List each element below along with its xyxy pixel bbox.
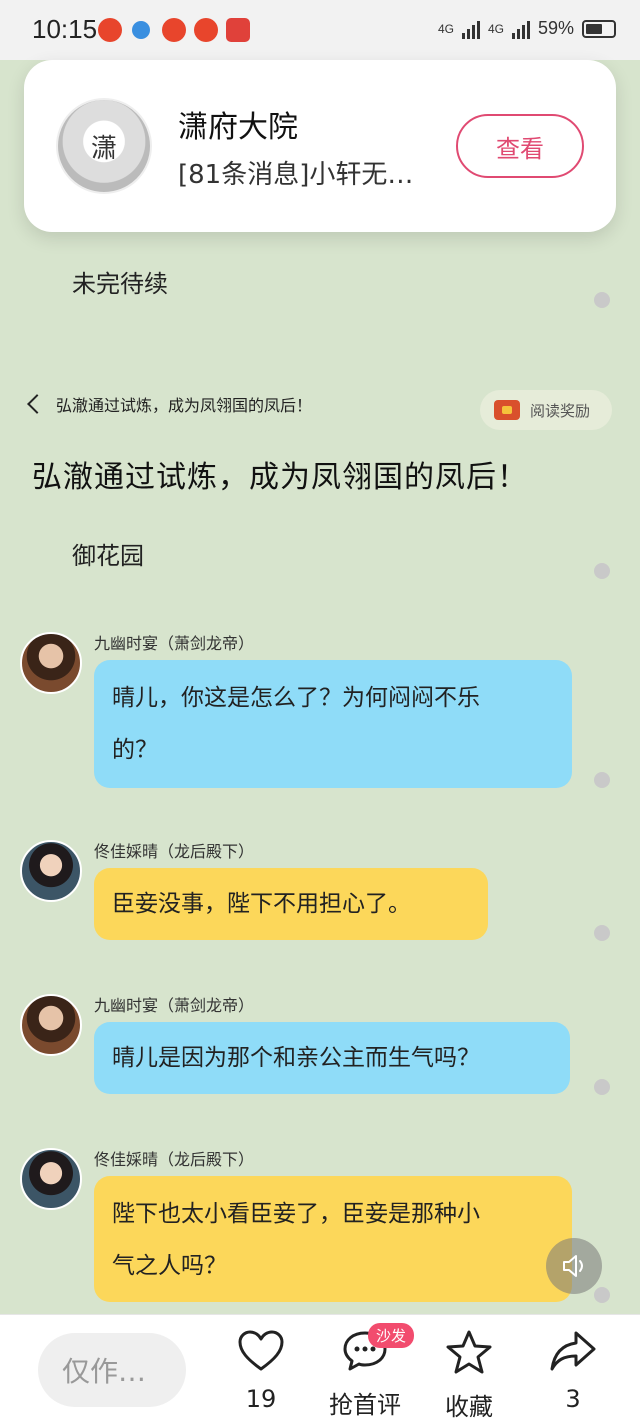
signal-icon (461, 19, 480, 39)
chapter-nav-title: 弘澈通过试炼，成为凤翎国的凤后！ (56, 396, 313, 415)
chat-bubble: 臣妾没事，陛下不用担心了。 (94, 868, 488, 940)
group-avatar: 潇 (56, 98, 152, 194)
avatar[interactable] (20, 1148, 82, 1210)
chapter-title: 弘澈通过试炼，成为凤翎国的凤后！ (32, 460, 528, 495)
heart-icon (238, 1330, 284, 1371)
paragraph-comment-dot[interactable] (594, 1287, 610, 1303)
speaker-mute-icon (563, 1255, 583, 1277)
avatar[interactable] (20, 994, 82, 1056)
sofa-badge: 沙发 (368, 1323, 415, 1348)
weibo-icon (194, 18, 218, 42)
paragraph-comment-dot[interactable] (594, 1079, 610, 1095)
avatar[interactable] (20, 632, 82, 694)
favorite-label: 收藏 (445, 1393, 493, 1421)
reading-reward-button[interactable]: 阅读奖励 (480, 390, 612, 430)
avatar[interactable] (20, 840, 82, 902)
speaker-name: 九幽时宴（萧剑龙帝） (94, 996, 255, 1015)
notification-message: [81条消息]小轩无… (178, 160, 414, 190)
paragraph-comment-dot[interactable] (594, 925, 610, 941)
share-button[interactable]: 3 (528, 1329, 618, 1413)
first-comment-label: 抢首评 (329, 1391, 401, 1419)
network-label: 4G (487, 21, 504, 36)
bubble-text-line: 气之人吗？ (112, 1253, 227, 1279)
share-count: 3 (565, 1385, 581, 1413)
bubble-text-line: 臣妾没事，陛下不用担心了。 (112, 891, 411, 917)
network-label: 4G (437, 21, 454, 36)
audio-toggle-button[interactable] (546, 1238, 602, 1294)
app-icon (226, 18, 250, 42)
bottom-action-bar: 仅作… 19 抢首评 沙发 收藏 3 (0, 1314, 640, 1422)
battery-icon (582, 19, 616, 38)
chat-bubble: 晴儿，你这是怎么了？为何闷闷不乐 的？ (94, 660, 572, 788)
treasure-chest-icon (494, 400, 520, 420)
speaker-name: 佟佳婇晴（龙后殿下） (94, 1150, 255, 1169)
weibo-icon (98, 18, 122, 42)
avatar-calligraphy: 潇 (90, 133, 117, 164)
bubble-text-line: 晴儿是因为那个和亲公主而生气吗？ (112, 1045, 480, 1071)
bubble-text-line: 陛下也太小看臣妾了，臣妾是那种小 (112, 1201, 480, 1227)
speaker-name: 九幽时宴（萧剑龙帝） (94, 634, 255, 653)
status-time: 10:15 (32, 14, 98, 44)
battery-percent: 59% (537, 18, 574, 38)
notification-card[interactable]: 潇 潇府大院 [81条消息]小轩无… 查看 (24, 60, 616, 232)
browser-icon (132, 21, 150, 39)
status-indicators: 4G 4G 59% (438, 18, 616, 39)
story-text: 未完待续 (72, 270, 168, 298)
notification-title: 潇府大院 (178, 110, 298, 145)
signal-icon (511, 19, 530, 39)
chat-bubble: 陛下也太小看臣妾了，臣妾是那种小 气之人吗？ (94, 1176, 572, 1302)
scene-label: 御花园 (72, 542, 144, 570)
chapter-nav[interactable]: 弘澈通过试炼，成为凤翎国的凤后！ (27, 392, 313, 416)
paragraph-comment-dot[interactable] (594, 563, 610, 579)
weibo-icon (162, 18, 186, 42)
favorite-button[interactable]: 收藏 (424, 1329, 514, 1422)
reading-reward-label: 阅读奖励 (530, 401, 591, 420)
chat-bubble: 晴儿是因为那个和亲公主而生气吗？ (94, 1022, 570, 1094)
chevron-left-icon[interactable] (27, 394, 47, 414)
like-count: 19 (245, 1385, 277, 1413)
bubble-text-line: 晴儿，你这是怎么了？为何闷闷不乐 (112, 685, 480, 711)
status-bar: 10:15 4G 4G 59% (0, 0, 640, 60)
paragraph-comment-dot[interactable] (594, 772, 610, 788)
share-arrow-icon (550, 1331, 596, 1371)
comment-input[interactable]: 仅作… (38, 1333, 186, 1407)
view-button[interactable]: 查看 (456, 114, 584, 178)
bubble-text-line: 的？ (112, 737, 158, 763)
like-button[interactable]: 19 (216, 1329, 306, 1413)
speaker-name: 佟佳婇晴（龙后殿下） (94, 842, 255, 861)
star-icon (446, 1330, 492, 1374)
paragraph-comment-dot[interactable] (594, 292, 610, 308)
